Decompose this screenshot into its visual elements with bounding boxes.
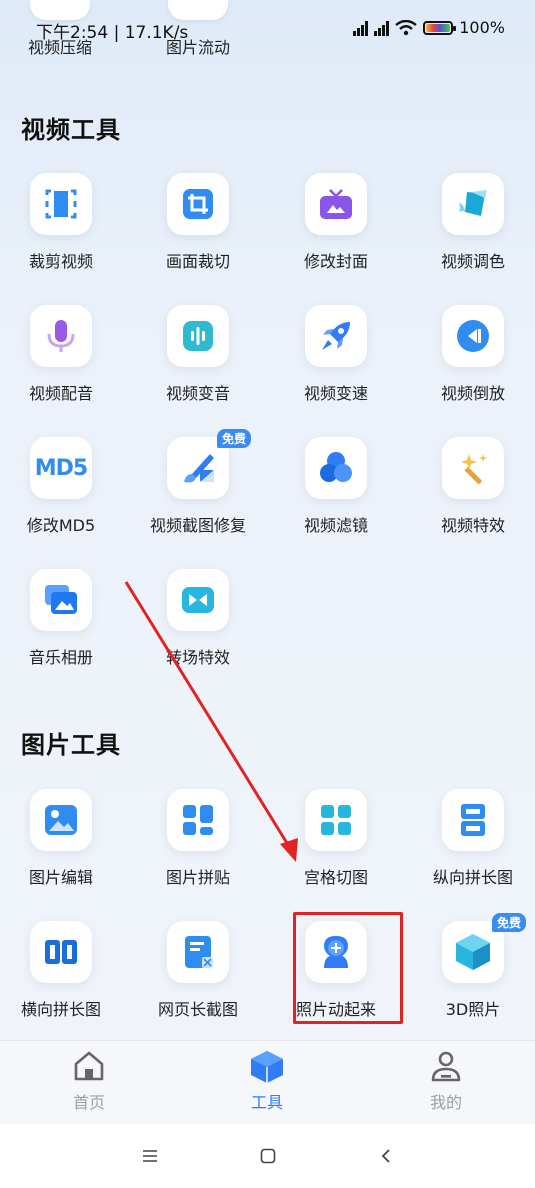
tile-label: 图片编辑 [28, 868, 93, 887]
tab-label: 工具 [250, 1093, 283, 1112]
tile-label: 纵向拼长图 [432, 868, 513, 887]
tile-label: 视频倒放 [440, 384, 505, 403]
tile-label: 音乐相册 [28, 648, 93, 667]
tool-3d-photo[interactable]: 免费 3D照片 [408, 913, 535, 1020]
tool-transition-effects[interactable]: 转场特效 [133, 569, 263, 668]
tab-tools[interactable]: 工具 [207, 1049, 327, 1113]
tile-label: 视频变音 [165, 384, 230, 403]
tool-image-edit[interactable]: 图片编辑 [0, 789, 126, 888]
image-edit-icon [30, 789, 92, 851]
tile-label: 修改MD5 [26, 516, 96, 535]
tile-label: 视频滤镜 [303, 516, 368, 535]
tab-mine[interactable]: 我的 [386, 1049, 506, 1113]
tool-horizontal-stitch[interactable]: 横向拼长图 [0, 921, 126, 1020]
square-icon [260, 1148, 276, 1164]
status-icons: 100% [353, 18, 505, 37]
voice-change-icon [167, 305, 229, 367]
vertical-stitch-icon [442, 789, 504, 851]
webpage-screenshot-icon [167, 921, 229, 983]
tool-modify-md5[interactable]: MD5 修改MD5 [0, 437, 126, 536]
rocket-icon [305, 305, 367, 367]
tools-cube-icon [251, 1051, 283, 1083]
tool-frame-crop[interactable]: 画面裁切 [133, 173, 263, 272]
tool-video-filter[interactable]: 视频滤镜 [271, 437, 401, 536]
annotation-highlight-box [293, 912, 403, 1024]
tab-home[interactable]: 首页 [29, 1049, 149, 1113]
tab-label: 我的 [429, 1093, 462, 1112]
signal-icon [353, 20, 369, 36]
tv-cover-icon [305, 173, 367, 235]
tool-video-effects[interactable]: 视频特效 [408, 437, 535, 536]
tile-label: 视频截图修复 [149, 516, 246, 535]
crop-video-icon [30, 173, 92, 235]
tile-label: 画面裁切 [165, 252, 230, 271]
frame-crop-icon [167, 173, 229, 235]
menu-button[interactable] [135, 1144, 165, 1168]
profile-icon [431, 1051, 461, 1082]
tile-label: 视频特效 [440, 516, 505, 535]
battery-percent: 100% [459, 18, 505, 37]
back-button[interactable] [371, 1144, 401, 1168]
collage-icon [167, 789, 229, 851]
free-badge: 免费 [216, 429, 251, 448]
tile-label: 视频变速 [303, 384, 368, 403]
paint-bucket-icon [442, 173, 504, 235]
tile-label: 裁剪视频 [28, 252, 93, 271]
status-bar: 下午2:54 | 17.1K/s 100% [36, 14, 505, 44]
rewind-icon [442, 305, 504, 367]
cube-3d-icon: 免费 [442, 913, 526, 983]
tool-grid-cut[interactable]: 宫格切图 [271, 789, 401, 888]
home-nav-button[interactable] [253, 1144, 283, 1168]
tile-label: 宫格切图 [303, 868, 368, 887]
tile-label: 修改封面 [303, 252, 368, 271]
tool-vertical-stitch[interactable]: 纵向拼长图 [408, 789, 535, 888]
battery-icon [423, 20, 457, 35]
section-title-image-tools: 图片工具 [21, 731, 121, 759]
transition-icon [167, 569, 229, 631]
status-time: 下午2:54 | 17.1K/s [36, 23, 189, 43]
tool-webpage-screenshot[interactable]: 网页长截图 [133, 921, 263, 1020]
tile-label: 图片拼贴 [165, 868, 230, 887]
wifi-icon [395, 19, 417, 35]
tool-video-dub[interactable]: 视频配音 [0, 305, 126, 404]
tile-label: 网页长截图 [157, 1000, 238, 1019]
back-icon [381, 1149, 390, 1163]
tool-reverse[interactable]: 视频倒放 [408, 305, 535, 404]
tile-label: 横向拼长图 [20, 1000, 101, 1019]
md5-icon: MD5 [30, 437, 92, 499]
tool-voice-change[interactable]: 视频变音 [133, 305, 263, 404]
music-album-icon [30, 569, 92, 631]
filter-circles-icon [305, 437, 367, 499]
tool-image-collage[interactable]: 图片拼贴 [133, 789, 263, 888]
tool-speed-change[interactable]: 视频变速 [271, 305, 401, 404]
bottom-tab-bar: 首页 工具 我的 [0, 1040, 535, 1124]
tool-change-cover[interactable]: 修改封面 [271, 173, 401, 272]
tile-label: 视频配音 [28, 384, 93, 403]
tool-color-grade[interactable]: 视频调色 [408, 173, 535, 272]
free-badge: 免费 [491, 913, 526, 932]
system-nav-bar [0, 1124, 535, 1188]
tool-crop-video[interactable]: 裁剪视频 [0, 173, 126, 272]
home-icon [74, 1051, 104, 1081]
magic-wand-icon [442, 437, 504, 499]
tab-label: 首页 [72, 1093, 105, 1112]
microphone-icon [30, 305, 92, 367]
tile-label: 转场特效 [165, 648, 230, 667]
brush-icon: 免费 [167, 429, 251, 499]
section-title-video-tools: 视频工具 [21, 116, 121, 144]
signal-icon [374, 20, 390, 36]
tile-label: 3D照片 [445, 1000, 501, 1019]
grid-cut-icon [305, 789, 367, 851]
tool-music-album[interactable]: 音乐相册 [0, 569, 126, 668]
tool-screenshot-repair[interactable]: 免费 视频截图修复 [133, 429, 263, 536]
horizontal-stitch-icon [30, 921, 92, 983]
menu-icon [143, 1150, 157, 1162]
tile-label: 视频调色 [440, 252, 505, 271]
